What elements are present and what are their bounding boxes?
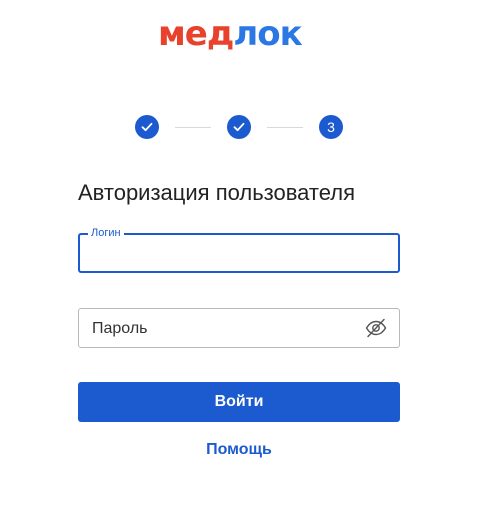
step-connector [267, 127, 303, 128]
password-field[interactable] [78, 308, 400, 348]
step-connector [175, 127, 211, 128]
check-icon [233, 122, 245, 132]
step-3-number: 3 [327, 119, 335, 135]
login-input[interactable] [90, 243, 384, 265]
page-title: Авторизация пользователя [78, 180, 356, 205]
password-input[interactable] [90, 318, 354, 340]
logo-part-lok: лок [233, 14, 302, 54]
login-submit-button[interactable]: Войти [78, 382, 400, 422]
step-2-completed [227, 115, 251, 139]
logo-part-med: мед [158, 14, 234, 54]
login-label: Логин [88, 226, 124, 240]
brand-logo: мед лок [158, 14, 303, 54]
eye-off-icon[interactable] [365, 318, 387, 338]
step-1-completed [135, 115, 159, 139]
progress-stepper: 3 [135, 115, 344, 139]
login-field[interactable]: Логин [78, 226, 400, 273]
help-link[interactable]: Помощь [0, 440, 478, 460]
check-icon [141, 122, 153, 132]
step-3-current: 3 [319, 115, 343, 139]
